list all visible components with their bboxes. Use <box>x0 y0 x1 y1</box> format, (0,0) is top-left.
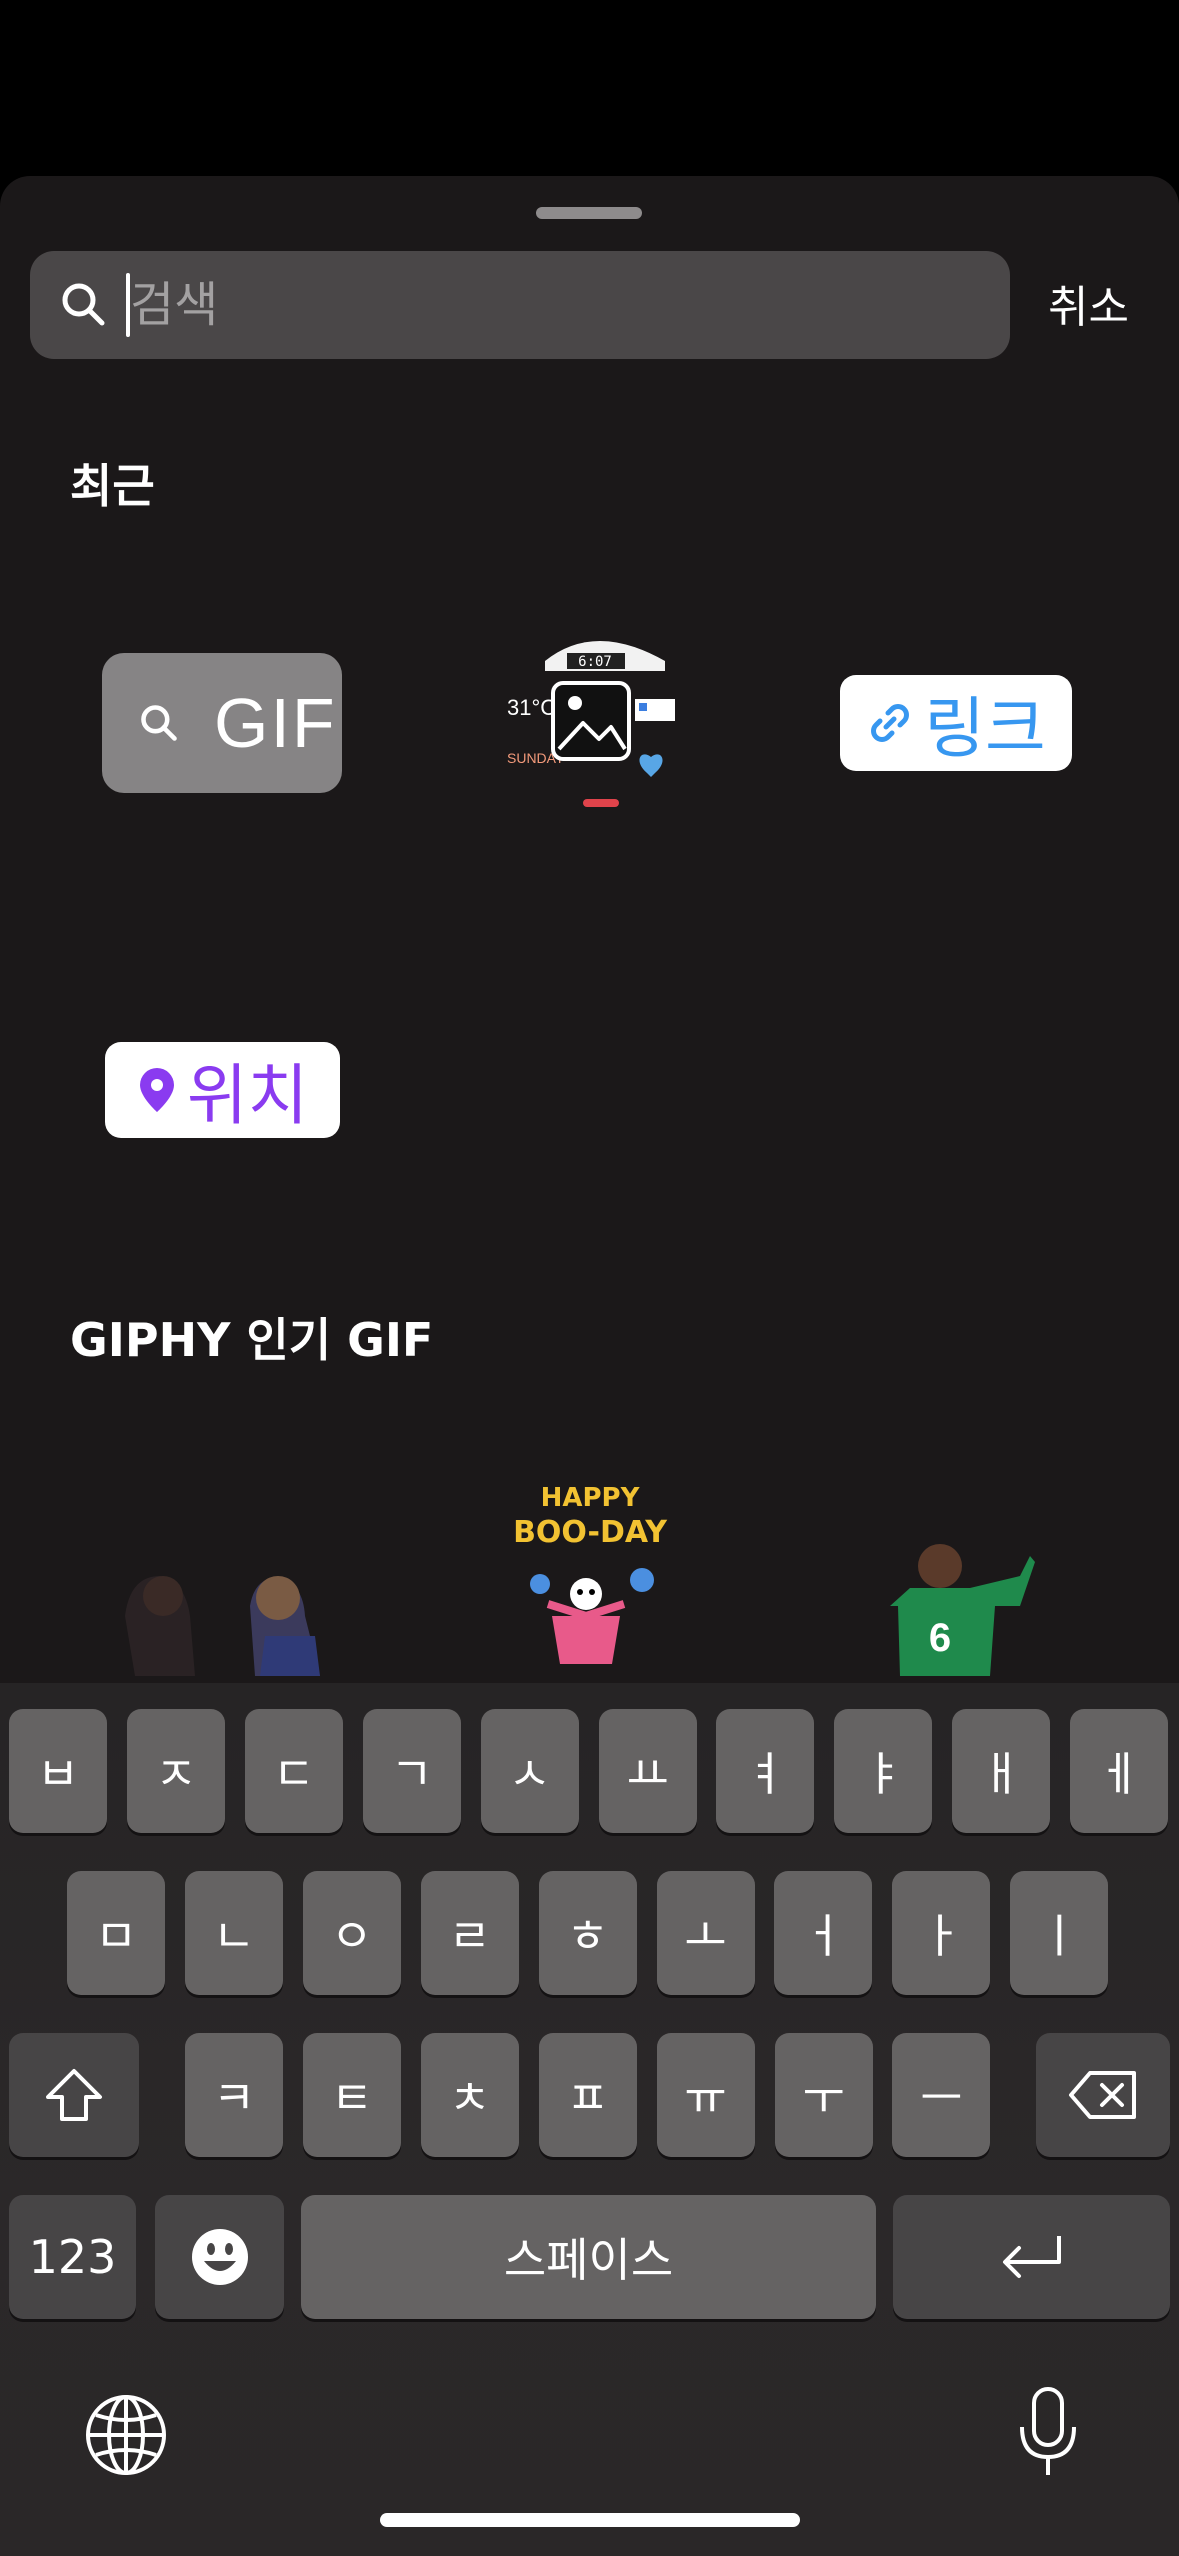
boo-day-line1: HAPPY <box>541 1483 641 1513</box>
numbers-key[interactable]: 123 <box>9 2195 136 2319</box>
key-row3-3[interactable]: ㅍ <box>538 2033 637 2157</box>
key-row2-0[interactable]: ㅁ <box>67 1871 165 1995</box>
korean-keyboard: ㅂㅈㄷㄱㅅㅛㅕㅑㅐㅔ ㅁㄴㅇㄹㅎㅗㅓㅏㅣ ㅋㅌㅊㅍㅠㅜㅡ 123 스페이스 <box>0 1683 1179 2556</box>
emoji-key[interactable] <box>155 2195 284 2319</box>
key-row2-7[interactable]: ㅏ <box>892 1871 991 1995</box>
link-sticker-label: 링크 <box>924 690 1046 767</box>
gif-sticker[interactable]: GIF <box>102 653 342 793</box>
image-icon <box>551 681 631 761</box>
key-row2-2[interactable]: ㅇ <box>302 1871 401 1995</box>
recent-section-title: 최근 <box>70 459 155 513</box>
key-row1-0[interactable]: ㅂ <box>9 1709 107 1833</box>
key-row1-8[interactable]: ㅐ <box>952 1709 1051 1833</box>
key-row2-4[interactable]: ㅎ <box>538 1871 637 1995</box>
search-bar[interactable] <box>30 251 1010 359</box>
link-sticker[interactable]: 링크 <box>840 675 1072 771</box>
search-icon <box>141 705 177 741</box>
key-row3-1[interactable]: ㅌ <box>302 2033 401 2157</box>
widget-clock: 6:07 <box>578 654 612 670</box>
key-row1-4[interactable]: ㅅ <box>480 1709 579 1833</box>
backspace-key[interactable] <box>1036 2033 1170 2157</box>
key-row1-1[interactable]: ㅈ <box>126 1709 225 1833</box>
giphy-gif-happy-boo-day[interactable]: HAPPY BOO-DAY <box>500 1476 680 1676</box>
return-icon <box>1002 2236 1061 2278</box>
key-row2-8[interactable]: ㅣ <box>1010 1871 1109 1995</box>
globe-icon[interactable] <box>84 2393 168 2477</box>
location-pin-icon <box>139 1068 174 1112</box>
key-row1-2[interactable]: ㄷ <box>244 1709 343 1833</box>
return-key[interactable] <box>893 2195 1170 2319</box>
giphy-gif-football-player[interactable]: 6 <box>870 1526 1040 1676</box>
key-row3-4[interactable]: ㅠ <box>656 2033 755 2157</box>
key-row1-3[interactable]: ㄱ <box>362 1709 461 1833</box>
giphy-section-title: GIPHY 인기 GIF <box>70 1313 434 1367</box>
search-icon <box>62 283 105 326</box>
key-row2-6[interactable]: ㅓ <box>774 1871 873 1995</box>
key-row3-6[interactable]: ㅡ <box>892 2033 991 2157</box>
backspace-icon <box>1069 2071 1136 2119</box>
search-input[interactable] <box>130 269 970 341</box>
boo-day-line2: BOO-DAY <box>513 1515 668 1550</box>
key-row2-1[interactable]: ㄴ <box>184 1871 283 1995</box>
space-key[interactable]: 스페이스 <box>301 2195 876 2319</box>
widget-temperature: 31°C <box>507 695 556 720</box>
gif-sticker-label: GIF <box>214 684 337 762</box>
heart-icon <box>639 754 663 777</box>
giphy-gif-two-women[interactable] <box>115 1546 335 1676</box>
jersey-number: 6 <box>929 1616 951 1660</box>
photo-widget-sticker[interactable]: 6:07 31°C SUNDAY <box>505 631 685 811</box>
link-icon <box>871 704 910 742</box>
key-row3-5[interactable]: ㅜ <box>774 2033 873 2157</box>
shift-key[interactable] <box>9 2033 139 2157</box>
key-row2-3[interactable]: ㄹ <box>420 1871 519 1995</box>
sheet-grabber[interactable] <box>536 207 642 219</box>
key-row1-5[interactable]: ㅛ <box>598 1709 697 1833</box>
key-row2-5[interactable]: ㅗ <box>656 1871 755 1995</box>
key-row3-2[interactable]: ㅊ <box>420 2033 519 2157</box>
key-row3-0[interactable]: ㅋ <box>185 2033 283 2157</box>
location-sticker[interactable]: 위치 <box>105 1042 340 1138</box>
shift-icon <box>46 2069 102 2121</box>
location-sticker-label: 위치 <box>186 1057 309 1134</box>
key-row1-7[interactable]: ㅑ <box>834 1709 933 1833</box>
microphone-icon[interactable] <box>1016 2385 1080 2481</box>
key-row1-6[interactable]: ㅕ <box>716 1709 815 1833</box>
emoji-icon <box>191 2229 248 2285</box>
home-indicator <box>380 2513 800 2527</box>
cancel-button[interactable]: 취소 <box>1048 271 1129 335</box>
key-row1-9[interactable]: ㅔ <box>1070 1709 1169 1833</box>
